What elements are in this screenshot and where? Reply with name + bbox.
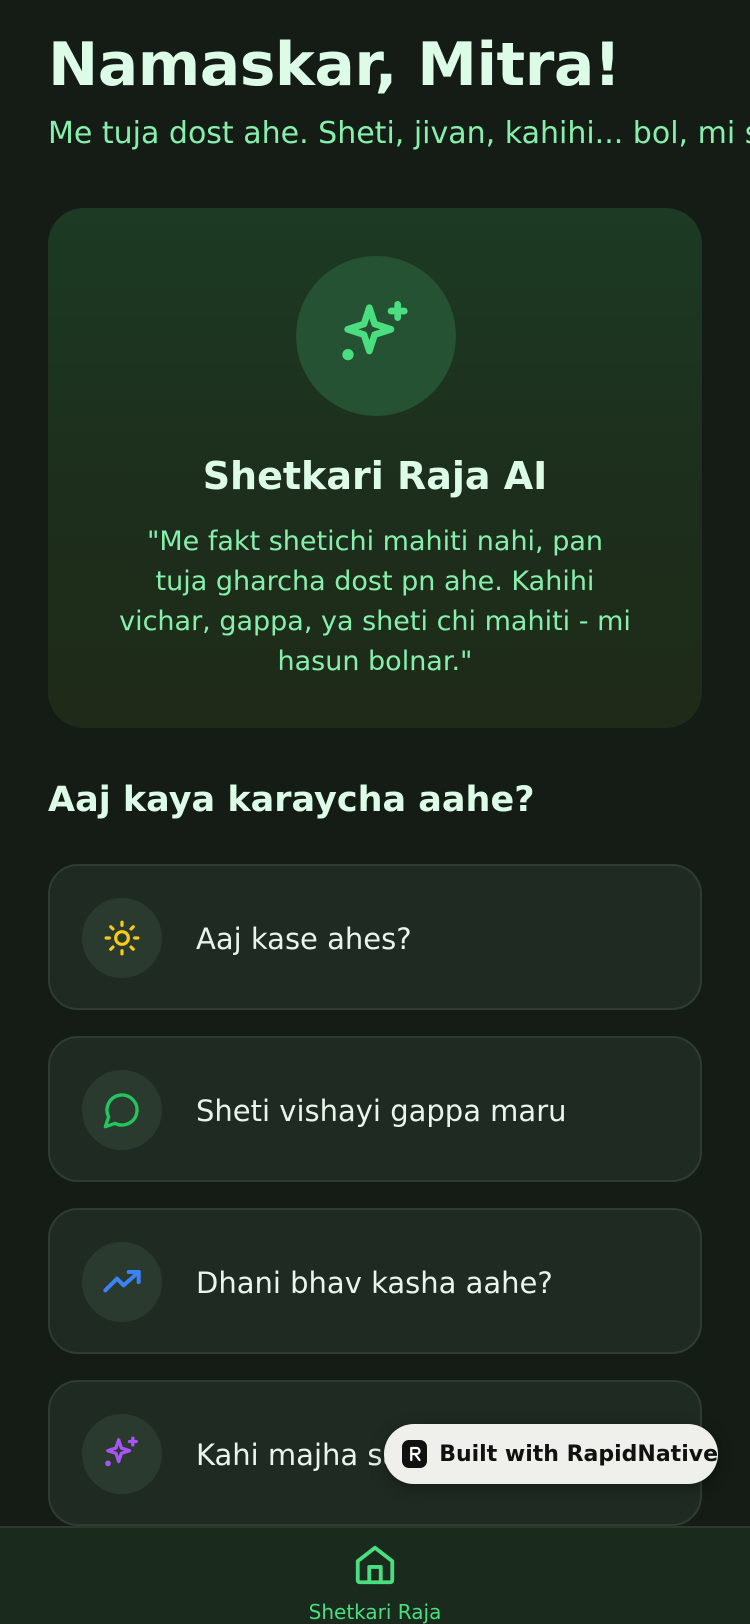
hero-quote: "Me fakt shetichi mahiti nahi, pan tuja …	[119, 526, 631, 677]
trending-up-icon	[103, 1270, 141, 1293]
action-label: Kahi majha sar	[196, 1438, 413, 1472]
sparkles-icon	[105, 1436, 138, 1467]
sparkles-icon	[342, 301, 408, 361]
bottom-tab-bar: Shetkari Raja	[0, 1526, 750, 1624]
ai-intro-card: Shetkari Raja AI "Me fakt shetichi mahit…	[48, 208, 702, 728]
home-icon	[355, 1545, 395, 1585]
action-farm-chat[interactable]: Sheti vishayi gappa maru	[48, 1036, 702, 1182]
action-icon-badge	[82, 1070, 162, 1150]
action-icon-badge	[82, 1242, 162, 1322]
hero-icon-badge	[296, 256, 456, 416]
built-with-badge[interactable]: Built with RapidNative	[384, 1424, 718, 1484]
tab-home[interactable]: Shetkari Raja	[300, 1528, 450, 1624]
action-icon-badge	[82, 898, 162, 978]
greeting-subtitle: Me tuja dost ahe. Sheti, jivan, kahihi..…	[48, 116, 750, 151]
action-label: Dhani bhav kasha aahe?	[196, 1266, 553, 1300]
tab-label: Shetkari Raja	[308, 1600, 442, 1624]
action-label: Aaj kase ahes?	[196, 922, 412, 956]
hero-title: Shetkari Raja AI	[202, 454, 548, 498]
action-how-are-you[interactable]: Aaj kase ahes?	[48, 864, 702, 1010]
section-title: Aaj kaya karaycha aahe?	[48, 780, 535, 820]
action-crop-prices[interactable]: Dhani bhav kasha aahe?	[48, 1208, 702, 1354]
action-icon-badge	[82, 1414, 162, 1494]
rapidnative-logo-icon	[402, 1440, 428, 1468]
chat-bubble-icon	[103, 1093, 139, 1129]
action-label: Sheti vishayi gappa maru	[196, 1094, 567, 1128]
greeting-title: Namaskar, Mitra!	[48, 30, 621, 100]
badge-label: Built with RapidNative	[439, 1441, 718, 1467]
home-screen: Namaskar, Mitra! Me tuja dost ahe. Sheti…	[0, 0, 750, 1624]
sun-icon	[104, 920, 140, 956]
